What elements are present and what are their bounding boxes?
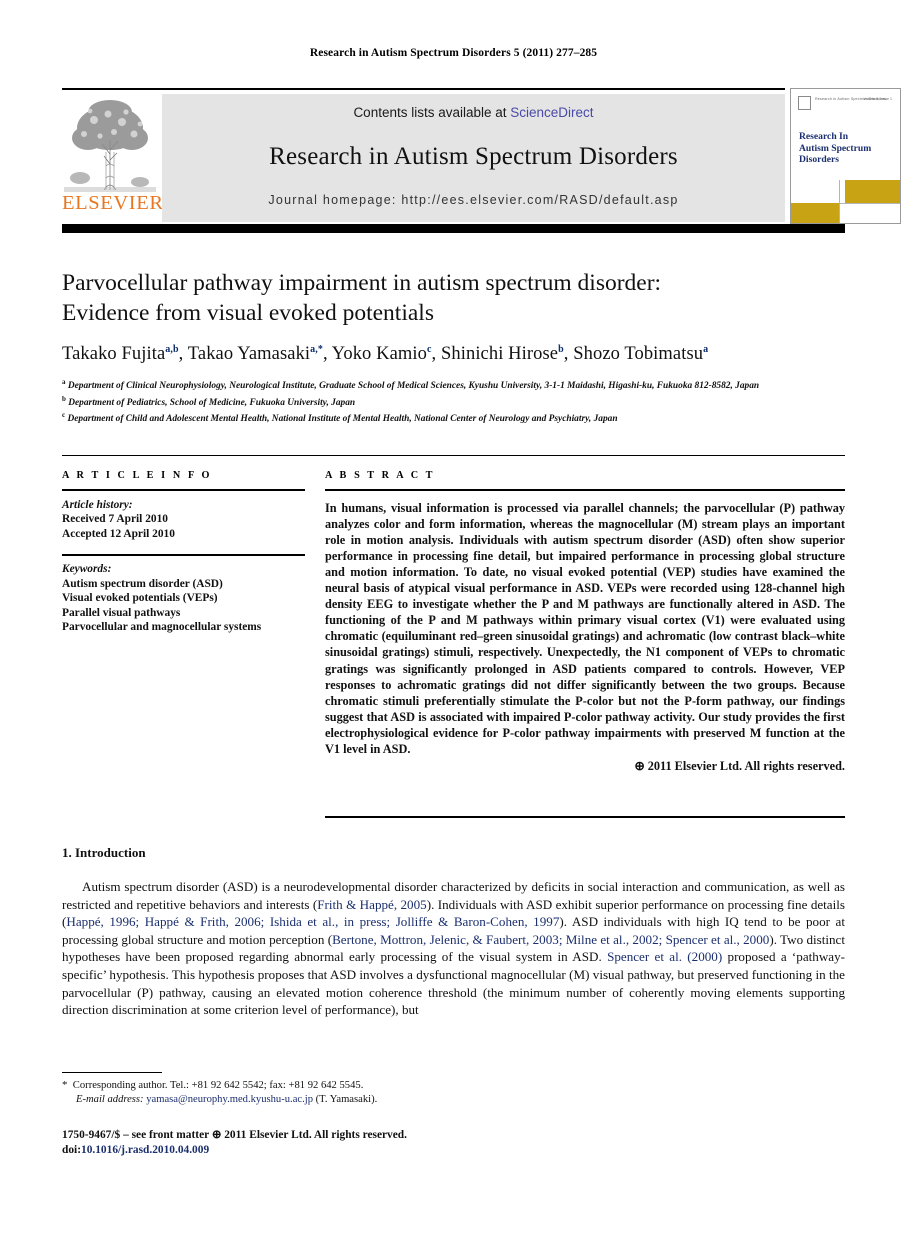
cover-title-line-1: Research In [799, 131, 849, 142]
author-affiliation-marker: c [426, 344, 432, 355]
page-title: Parvocellular pathway impairment in auti… [62, 268, 822, 328]
author-name: Takako Fujita [62, 344, 166, 365]
asterisk-icon: * [62, 1079, 68, 1091]
author-list: Takako Fujitaa,b, Takao Yamasakia,*, Yok… [62, 344, 709, 365]
author-affiliation-marker: b [558, 344, 564, 355]
cover-title-line-2: Autism Spectrum [799, 142, 872, 154]
article-info-heading: A R T I C L E I N F O [62, 470, 213, 481]
abstract-heading: A B S T R A C T [325, 470, 436, 481]
page-footer: 1750-9467/$ – see front matter ⊕ 2011 El… [62, 1128, 662, 1158]
keyword-item: Parvocellular and magnocellular systems [62, 621, 262, 634]
affiliation-item: a Department of Clinical Neurophysiology… [62, 376, 852, 393]
article-info-rule [62, 489, 305, 491]
citation-link[interactable]: Bertone, Mottron, Jelenic, & Faubert, 20… [332, 932, 769, 947]
article-info-column: A R T I C L E I N F O Article history: R… [62, 470, 305, 635]
author-affiliation-marker: a,b [165, 344, 179, 355]
elsevier-tree-icon [64, 94, 156, 192]
cover-title-line-3: Disorders [799, 154, 839, 165]
cover-divider-vertical [839, 180, 840, 223]
keywords-block: Keywords: Autism spectrum disorder (ASD)… [62, 562, 305, 635]
corresponding-author-text: Corresponding author. Tel.: +81 92 642 5… [72, 1080, 364, 1091]
doi-prefix: doi: [62, 1144, 81, 1156]
paper-page: Research in Autism Spectrum Disorders 5 … [0, 0, 907, 1238]
citation-link[interactable]: Frith & Happé, 2005 [317, 897, 426, 912]
affiliation-item: b Department of Pediatrics, School of Me… [62, 393, 852, 410]
keywords-label: Keywords: [62, 562, 112, 575]
footnote-block: * Corresponding author. Tel.: +81 92 642… [62, 1078, 662, 1107]
issn-line: 1750-9467/$ – see front matter ⊕ 2011 El… [62, 1129, 407, 1141]
email-suffix: (T. Yamasaki). [315, 1094, 378, 1106]
cover-block-top-right [845, 180, 900, 203]
citation-link[interactable]: Spencer et al. (2000) [607, 949, 722, 964]
abstract-column: A B S T R A C T In humans, visual inform… [325, 470, 845, 774]
abstract-text: In humans, visual information is process… [325, 500, 845, 756]
intro-paragraph: Autism spectrum disorder (ASD) is a neur… [62, 879, 846, 1018]
citation-link[interactable]: Happé, 1996; Happé & Frith, 2006; Ishida… [66, 914, 559, 929]
cover-block-bottom-left [791, 203, 839, 223]
author-affiliation-marker: a [703, 344, 709, 355]
email-note: E-mail address: yamasa@neurophy.med.kyus… [62, 1093, 662, 1107]
cover-mini-logo-icon [798, 96, 811, 110]
affiliation-list: a Department of Clinical Neurophysiology… [62, 376, 852, 426]
contents-available-line: Contents lists available at ScienceDirec… [162, 105, 785, 120]
article-history-label: Article history: [62, 498, 133, 511]
elsevier-logo: ELSEVIER [62, 94, 164, 222]
doi-line: doi:10.1016/j.rasd.2010.04.009 [62, 1143, 662, 1158]
keyword-item: Visual evoked potentials (VEPs) [62, 592, 218, 605]
abstract-bottom-rule [325, 816, 845, 818]
header-top-rule [62, 88, 785, 90]
cover-title: Research In Autism Spectrum Disorders [799, 131, 871, 166]
contents-prefix: Contents lists available at [353, 105, 511, 120]
article-title-line-1: Parvocellular pathway impairment in auti… [62, 270, 662, 296]
author-name: Shozo Tobimatsu [573, 344, 704, 365]
affiliation-text: Department of Pediatrics, School of Medi… [65, 397, 356, 408]
journal-cover-thumbnail[interactable]: Research in Autism Spectrum Disorders Vo… [790, 88, 901, 224]
author-affiliation-marker: a,* [310, 344, 323, 355]
doi-link[interactable]: 10.1016/j.rasd.2010.04.009 [81, 1144, 209, 1156]
article-title-line-2: Evidence from visual evoked potentials [62, 300, 434, 326]
footnote-rule [62, 1072, 162, 1073]
author-name: Yoko Kamio [331, 344, 427, 365]
affiliation-text: Department of Child and Adolescent Menta… [65, 414, 618, 425]
journal-title-band: Contents lists available at ScienceDirec… [162, 94, 785, 222]
cover-masthead: Research in Autism Spectrum Disorders Vo… [791, 89, 900, 115]
affiliation-text: Department of Clinical Neurophysiology, … [65, 381, 760, 392]
journal-header: ELSEVIER Contents lists available at Sci… [62, 88, 901, 224]
keyword-item: Autism spectrum disorder (ASD) [62, 577, 223, 590]
author-name: Shinichi Hirose [440, 344, 559, 365]
article-received-date: Received 7 April 2010 [62, 513, 168, 526]
header-black-bar [62, 224, 845, 233]
corresponding-author-note: * Corresponding author. Tel.: +81 92 642… [62, 1078, 662, 1093]
keyword-item: Parallel visual pathways [62, 606, 181, 619]
email-label: E-mail address: [76, 1094, 144, 1106]
abstract-copyright: ⊕ 2011 Elsevier Ltd. All rights reserved… [634, 759, 845, 774]
info-top-rule [62, 455, 845, 456]
sciencedirect-link[interactable]: ScienceDirect [510, 105, 593, 120]
author-name: Takao Yamasaki [187, 344, 311, 365]
email-link[interactable]: yamasa@neurophy.med.kyushu-u.ac.jp [146, 1094, 313, 1105]
running-head: Research in Autism Spectrum Disorders 5 … [309, 47, 598, 59]
keywords-rule [62, 554, 305, 556]
abstract-rule [325, 489, 845, 491]
body-text: Autism spectrum disorder (ASD) is a neur… [62, 878, 845, 1019]
cover-mini-volume: Volume 5, Issue 1 [863, 97, 892, 101]
cover-color-blocks [791, 180, 900, 223]
journal-title: Research in Autism Spectrum Disorders [269, 143, 678, 170]
article-accepted-date: Accepted 12 April 2010 [62, 527, 175, 540]
article-history: Article history: Received 7 April 2010 A… [62, 498, 305, 542]
affiliation-item: c Department of Child and Adolescent Men… [62, 409, 852, 426]
elsevier-wordmark: ELSEVIER [62, 192, 164, 214]
journal-homepage-link[interactable]: Journal homepage: http://ees.elsevier.co… [162, 193, 785, 207]
section-heading-introduction: 1. Introduction [62, 845, 146, 860]
